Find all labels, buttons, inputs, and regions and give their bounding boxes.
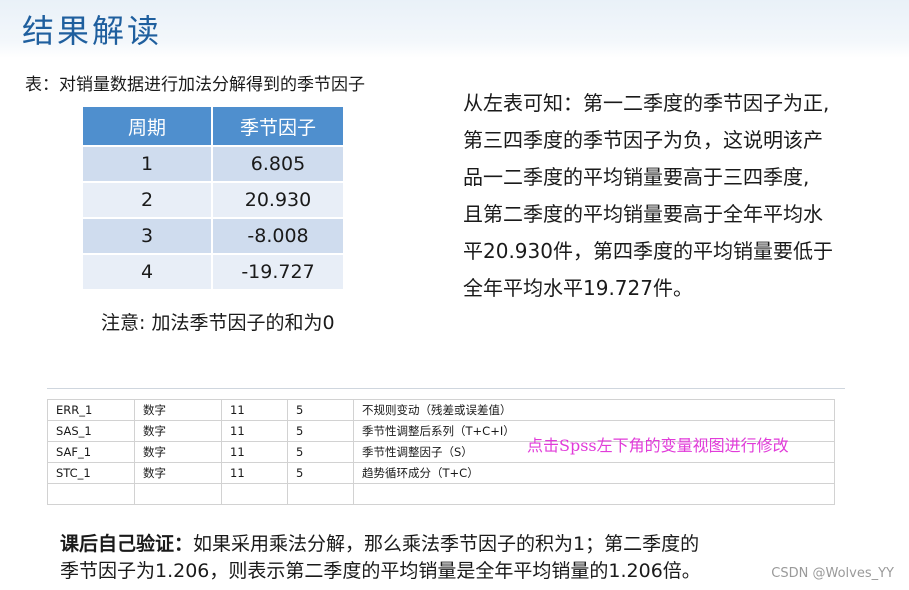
variable-name-cell: SAS_1 [47,420,135,442]
variable-width-cell: 11 [221,420,288,442]
table-row: 3 -8.008 [81,217,345,255]
spss-row-empty [47,483,835,505]
variable-type-cell: 数字 [134,420,222,442]
spss-variable-view-screenshot: ERR_1 数字 11 5 不规则变动（残差或误差值） SAS_1 数字 11 … [47,388,845,505]
table-row: 4 -19.727 [81,253,345,291]
variable-width-cell: 11 [221,399,288,421]
factor-cell: 6.805 [211,145,345,183]
conclusion-text: 从左表可知：第一二季度的季节因子为正, 第三四季度的季节因子为负，这说明该产 品… [463,85,903,307]
exercise-line-2: 季节因子为1.206，则表示第二季度的平均销量是全年平均销量的1.206倍。 [60,560,701,582]
conclusion-line: 全年平均水平19.727件。 [463,276,693,300]
variable-type-cell: 数字 [134,399,222,421]
table-row: 1 6.805 [81,145,345,183]
spss-row: ERR_1 数字 11 5 不规则变动（残差或误差值） [47,399,835,421]
conclusion-line: 平20.930件，第四季度的平均销量要低于 [463,239,833,263]
variable-label-cell: 趋势循环成分（T+C） [353,462,835,484]
empty-cell [47,483,135,505]
slide-title: 结果解读 [22,12,163,50]
variable-label-cell: 不规则变动（残差或误差值） [353,399,835,421]
exercise-line: 课后自己验证：如果采用乘法分解，那么乘法季节因子的积为1；第二季度的 [60,531,860,558]
factor-cell: -8.008 [211,217,345,255]
column-header-period: 周期 [81,105,213,147]
factor-cell: 20.930 [211,181,345,219]
period-cell: 2 [81,181,213,219]
empty-cell [353,483,835,505]
variable-name-cell: STC_1 [47,462,135,484]
watermark: CSDN @Wolves_YY [771,566,894,581]
empty-cell [221,483,288,505]
conclusion-line: 从左表可知：第一二季度的季节因子为正, [463,91,830,115]
variable-width-cell: 11 [221,462,288,484]
variable-decimals-cell: 5 [287,462,354,484]
conclusion-line: 且第二季度的平均销量要高于全年平均水 [463,202,823,226]
exercise-label: 课后自己验证： [60,533,194,555]
exercise-line-1: 如果采用乘法分解，那么乘法季节因子的积为1；第二季度的 [193,533,700,555]
spss-row: STC_1 数字 11 5 趋势循环成分（T+C） [47,462,835,484]
table-header-row: 周期 季节因子 [81,105,345,147]
empty-cell [287,483,354,505]
empty-cell [134,483,222,505]
conclusion-line: 第三四季度的季节因子为负，这说明该产 [463,128,823,152]
spss-annotation: 点击Spss左下角的变量视图进行修改 [527,436,789,455]
factor-cell: -19.727 [211,253,345,291]
variable-width-cell: 11 [221,441,288,463]
variable-decimals-cell: 5 [287,441,354,463]
table-caption: 表：对销量数据进行加法分解得到的季节因子 [25,75,365,95]
variable-type-cell: 数字 [134,441,222,463]
seasonal-factor-table: 周期 季节因子 1 6.805 2 20.930 3 -8.008 4 -19.… [81,105,345,291]
period-cell: 1 [81,145,213,183]
table-note: 注意: 加法季节因子的和为0 [101,312,335,334]
variable-decimals-cell: 5 [287,399,354,421]
period-cell: 4 [81,253,213,291]
exercise-text: 课后自己验证：如果采用乘法分解，那么乘法季节因子的积为1；第二季度的 季节因子为… [60,531,860,585]
column-header-seasonal-factor: 季节因子 [211,105,345,147]
variable-type-cell: 数字 [134,462,222,484]
variable-name-cell: ERR_1 [47,399,135,421]
period-cell: 3 [81,217,213,255]
variable-decimals-cell: 5 [287,420,354,442]
conclusion-line: 品一二季度的平均销量要高于三四季度, [463,165,810,189]
variable-name-cell: SAF_1 [47,441,135,463]
table-row: 2 20.930 [81,181,345,219]
